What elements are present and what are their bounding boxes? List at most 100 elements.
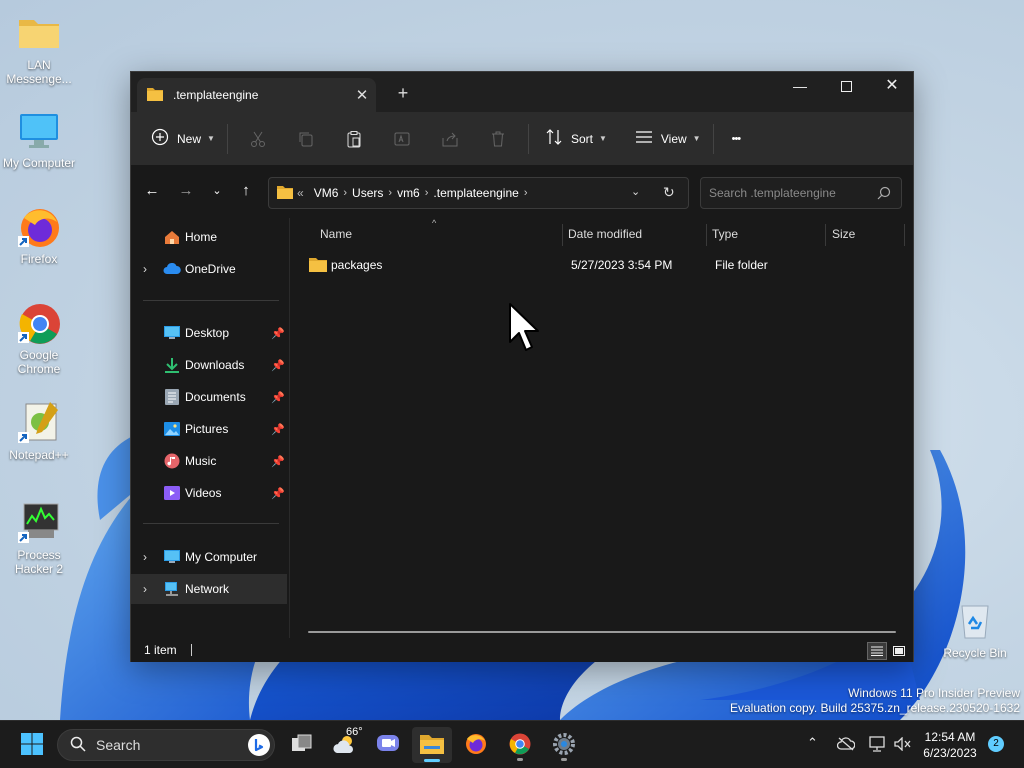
chevron-right-icon[interactable]: ›: [143, 262, 147, 276]
sidebar-item-documents[interactable]: Documents 📌: [131, 382, 287, 412]
large-icons-view-icon[interactable]: [889, 642, 909, 660]
start-button[interactable]: [12, 727, 52, 763]
paste-icon[interactable]: [330, 123, 378, 155]
sidebar-item-my-computer[interactable]: › My Computer: [131, 542, 287, 572]
cut-icon[interactable]: [234, 123, 282, 155]
column-header-size[interactable]: Size: [832, 218, 855, 250]
rename-icon[interactable]: [378, 123, 426, 155]
breadcrumb-vm6[interactable]: VM6: [314, 186, 339, 200]
search-input[interactable]: [709, 186, 869, 200]
pin-icon[interactable]: 📌: [271, 327, 285, 340]
taskbar-google-chrome[interactable]: [500, 727, 540, 763]
column-header-name[interactable]: Name: [320, 218, 352, 250]
chevron-down-icon: ▼: [692, 134, 701, 143]
details-view-icon[interactable]: [867, 642, 887, 660]
column-divider[interactable]: [825, 224, 826, 246]
search-box[interactable]: [700, 177, 902, 209]
address-history-chevron-icon[interactable]: ⌄: [631, 185, 640, 198]
new-tab-icon[interactable]: +: [391, 82, 415, 106]
teams-chat-button[interactable]: [368, 727, 408, 763]
weather-widget[interactable]: 66°: [326, 726, 366, 763]
volume-muted-icon[interactable]: [894, 736, 912, 754]
breadcrumb-overflow[interactable]: «: [297, 186, 304, 200]
up-arrow-icon[interactable]: ↑: [234, 179, 258, 203]
notepad-plus-plus-icon: [16, 400, 62, 446]
search-icon[interactable]: [877, 186, 891, 203]
toolbar-divider: [527, 123, 529, 154]
breadcrumb-templateengine[interactable]: .templateengine: [433, 186, 518, 200]
desktop-icon-firefox[interactable]: Firefox: [0, 204, 78, 266]
column-divider[interactable]: [562, 224, 563, 246]
chevron-right-icon[interactable]: ›: [143, 582, 147, 596]
task-view-button[interactable]: [282, 727, 322, 763]
view-icon: [635, 130, 653, 147]
desktop-icon-lan-messenger[interactable]: LAN Messenge...: [0, 10, 78, 86]
forward-arrow-icon[interactable]: →: [174, 179, 198, 203]
copy-icon[interactable]: [282, 123, 330, 155]
chevron-right-icon[interactable]: ›: [388, 187, 392, 199]
command-bar: New ▼ Sort ▼ View ▼ •••: [131, 112, 913, 165]
column-header-type[interactable]: Type: [712, 218, 738, 250]
bing-icon[interactable]: [248, 734, 270, 756]
sidebar-item-home[interactable]: Home: [131, 222, 287, 252]
sidebar-item-downloads[interactable]: Downloads 📌: [131, 350, 287, 380]
taskbar-file-explorer[interactable]: [412, 727, 452, 763]
taskbar-search-box[interactable]: Search: [57, 729, 275, 761]
pin-icon[interactable]: 📌: [271, 455, 285, 468]
chevron-right-icon[interactable]: ›: [143, 550, 147, 564]
tab-templateengine[interactable]: .templateengine ✕: [137, 78, 376, 112]
sidebar-item-desktop[interactable]: Desktop 📌: [131, 318, 287, 348]
back-arrow-icon[interactable]: ←: [140, 179, 164, 203]
breadcrumb-vm6-user[interactable]: vm6: [397, 186, 420, 200]
minimize-icon[interactable]: —: [777, 72, 823, 102]
chevron-right-icon[interactable]: ›: [343, 187, 347, 199]
sidebar-item-network[interactable]: › Network: [131, 574, 287, 604]
column-header-date-modified[interactable]: Date modified: [568, 218, 642, 250]
new-button[interactable]: New ▼: [145, 123, 221, 155]
more-options-button[interactable]: •••: [726, 123, 747, 155]
view-button[interactable]: View ▼: [629, 123, 707, 155]
network-status-icon[interactable]: [869, 736, 887, 755]
system-clock[interactable]: 12:54 AM 6/23/2023: [918, 729, 982, 761]
close-icon[interactable]: ✕: [869, 72, 915, 102]
share-icon[interactable]: [426, 123, 474, 155]
address-bar[interactable]: « VM6 › Users › vm6 › .templateengine › …: [268, 177, 689, 209]
desktop-icon-process-hacker[interactable]: Process Hacker 2: [0, 500, 78, 576]
sidebar-item-videos[interactable]: Videos 📌: [131, 478, 287, 508]
sidebar-item-music[interactable]: Music 📌: [131, 446, 287, 476]
taskbar-firefox[interactable]: [456, 727, 496, 763]
show-hidden-icons-chevron-icon[interactable]: ⌃: [807, 735, 818, 751]
pin-icon[interactable]: 📌: [271, 391, 285, 404]
taskbar-settings[interactable]: [544, 727, 584, 763]
desktop-icon-notepad-plus-plus[interactable]: Notepad++: [0, 400, 78, 462]
onedrive-offline-icon[interactable]: [836, 737, 856, 754]
desktop-icon-label: Firefox: [20, 252, 58, 266]
maximize-icon[interactable]: [823, 72, 869, 102]
chevron-right-icon[interactable]: ›: [524, 187, 528, 199]
pin-icon[interactable]: 📌: [271, 487, 285, 500]
navigation-pane: Home › OneDrive Desktop 📌 Downloads 📌 Do…: [131, 218, 289, 638]
chevron-down-icon: ▼: [207, 134, 215, 143]
desktop-icon-recycle-bin[interactable]: Recycle Bin: [936, 598, 1014, 660]
pin-icon[interactable]: 📌: [271, 423, 285, 436]
sidebar-item-onedrive[interactable]: › OneDrive: [131, 254, 287, 284]
desktop-icon-my-computer[interactable]: My Computer: [0, 108, 78, 170]
sidebar-item-pictures[interactable]: Pictures 📌: [131, 414, 287, 444]
notification-badge[interactable]: 2: [988, 736, 1004, 752]
running-indicator: [561, 758, 567, 761]
horizontal-scrollbar[interactable]: [308, 631, 896, 633]
recent-locations-chevron-icon[interactable]: ⌄: [205, 179, 229, 203]
refresh-icon[interactable]: ↻: [663, 184, 675, 201]
desktop-icon-google-chrome[interactable]: Google Chrome: [0, 300, 78, 376]
column-divider[interactable]: [904, 224, 905, 246]
column-divider[interactable]: [706, 224, 707, 246]
tab-close-icon[interactable]: ✕: [348, 86, 376, 104]
table-row[interactable]: packages 5/27/2023 3:54 PM File folder: [302, 252, 900, 278]
pin-icon[interactable]: 📌: [271, 359, 285, 372]
chevron-right-icon[interactable]: ›: [425, 187, 429, 199]
breadcrumb-users[interactable]: Users: [352, 186, 383, 200]
title-bar[interactable]: .templateengine ✕ + — ✕: [131, 72, 913, 112]
delete-icon[interactable]: [474, 123, 522, 155]
firefox-icon: [464, 732, 488, 759]
sort-button[interactable]: Sort ▼: [535, 123, 613, 155]
